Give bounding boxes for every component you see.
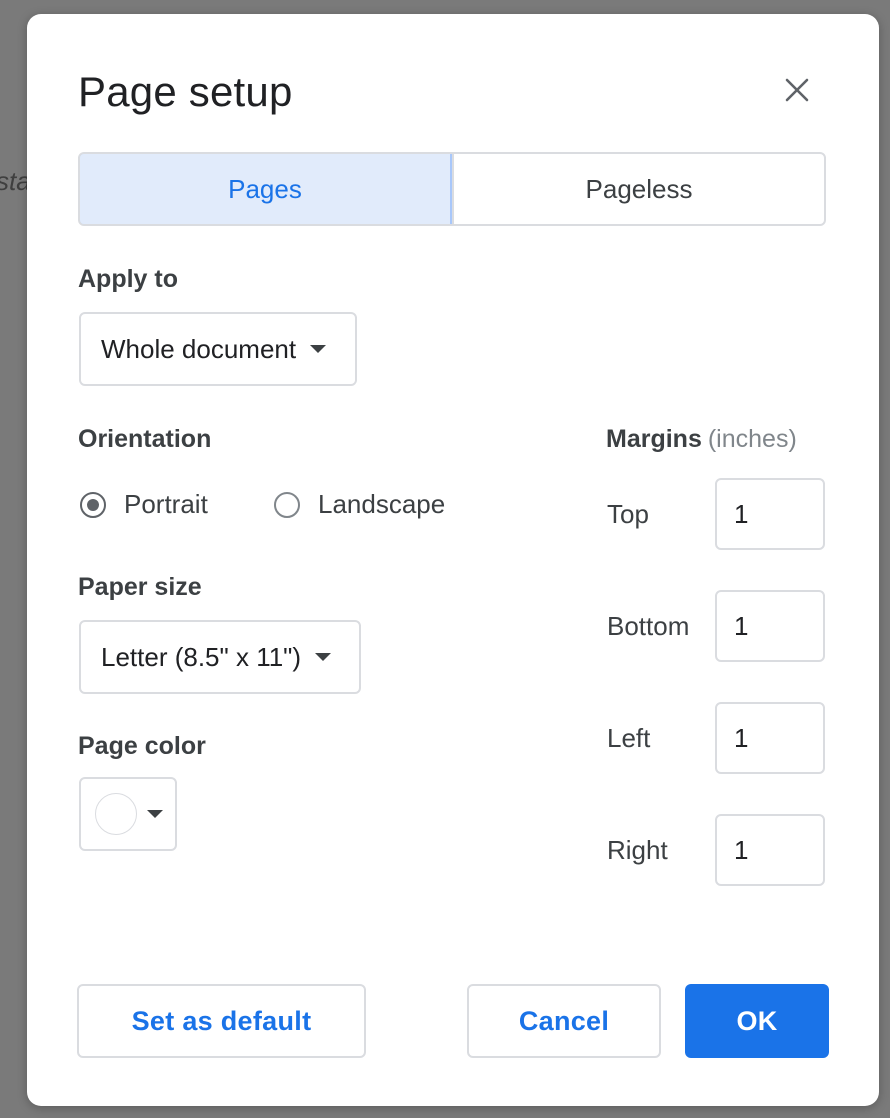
page-color-label: Page color (78, 732, 206, 760)
orientation-portrait-option[interactable]: Portrait (80, 489, 208, 520)
margin-top-label: Top (607, 499, 649, 529)
ok-button[interactable]: OK (685, 984, 829, 1058)
paper-size-label: Paper size (78, 573, 202, 601)
page-color-picker[interactable] (79, 777, 177, 851)
orientation-landscape-option[interactable]: Landscape (274, 489, 445, 520)
set-as-default-button[interactable]: Set as default (77, 984, 366, 1058)
portrait-radio[interactable] (80, 491, 106, 518)
margin-bottom-input[interactable] (715, 590, 825, 662)
apply-to-label: Apply to (78, 265, 178, 293)
orientation-label: Orientation (78, 425, 212, 453)
color-swatch (95, 793, 137, 835)
radio-selected-dot (87, 498, 99, 511)
landscape-radio[interactable] (274, 491, 300, 518)
tab-pages[interactable]: Pages (80, 154, 452, 224)
chevron-down-icon (147, 810, 163, 818)
margin-bottom-label: Bottom (607, 611, 690, 641)
tab-pageless[interactable]: Pageless (452, 154, 824, 224)
landscape-label: Landscape (318, 489, 446, 519)
margin-left-input[interactable] (715, 702, 825, 774)
layout-mode-tabs: Pages Pageless (78, 152, 826, 226)
paper-size-dropdown[interactable]: Letter (8.5" x 11") (79, 620, 361, 694)
margin-right-input[interactable] (715, 814, 825, 886)
margins-label: Margins (606, 425, 702, 453)
apply-to-value: Whole document (101, 333, 297, 364)
apply-to-dropdown[interactable]: Whole document (79, 312, 357, 386)
margin-right-label: Right (607, 835, 668, 865)
dialog-title: Page setup (78, 68, 293, 115)
margins-unit: (inches) (707, 425, 797, 453)
chevron-down-icon (310, 345, 327, 353)
chevron-down-icon (315, 653, 332, 661)
paper-size-value: Letter (8.5" x 11") (101, 641, 302, 672)
cancel-button[interactable]: Cancel (467, 984, 661, 1058)
close-icon (785, 78, 809, 102)
page-setup-dialog: Page setup Pages Pageless Apply to Whole… (27, 14, 879, 1106)
close-button[interactable] (779, 72, 815, 108)
portrait-label: Portrait (124, 489, 208, 519)
margin-left-label: Left (607, 723, 651, 753)
margins-heading: Margins (inches) (606, 425, 797, 454)
margin-top-input[interactable] (715, 478, 825, 550)
